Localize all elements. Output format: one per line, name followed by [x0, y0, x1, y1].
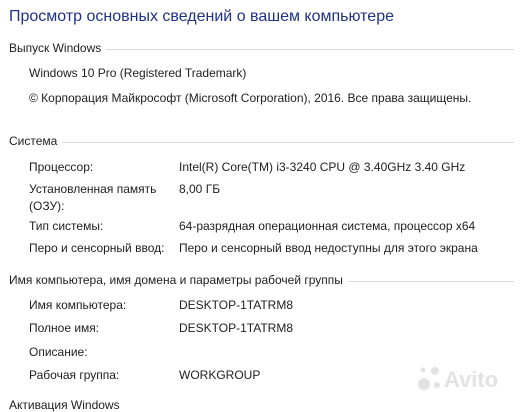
computer-name-label: Имя компьютера:	[29, 298, 127, 312]
ram-label: Установленная память (ОЗУ):	[29, 182, 157, 213]
page-title: Просмотр основных сведений о вашем компь…	[9, 8, 394, 25]
workgroup-label: Рабочая группа:	[29, 368, 120, 382]
pen-touch-value: Перо и сенсорный ввод недоступны для это…	[179, 241, 478, 255]
computer-name-value: DESKTOP-1TATRM8	[179, 298, 294, 312]
workgroup-value: WORKGROUP	[179, 368, 261, 382]
system-type-value: 64-разрядная операционная система, проце…	[179, 219, 476, 233]
system-section-header: Система	[9, 134, 514, 150]
avito-logo-icon: Avito	[418, 367, 498, 392]
windows-edition-header-label: Выпуск Windows	[9, 41, 107, 55]
avito-wordmark: Avito	[444, 367, 498, 392]
copyright-text: © Корпорация Майкрософт (Microsoft Corpo…	[29, 91, 472, 105]
processor-label: Процессор:	[29, 160, 94, 174]
full-name-value: DESKTOP-1TATRM8	[179, 321, 294, 335]
avito-watermark: Avito	[416, 362, 508, 392]
activation-section-header: Активация Windows	[9, 398, 120, 412]
computer-section-header: Имя компьютера, имя домена и параметры р…	[9, 273, 514, 289]
windows-edition-section-header: Выпуск Windows	[9, 41, 514, 57]
ram-value: 8,00 ГБ	[179, 182, 221, 196]
processor-value: Intel(R) Core(TM) i3-3240 CPU @ 3.40GHz …	[179, 160, 466, 174]
full-name-label: Полное имя:	[29, 321, 100, 335]
system-header-label: Система	[9, 134, 63, 148]
description-label: Описание:	[29, 345, 88, 359]
windows-edition-text: Windows 10 Pro (Registered Trademark)	[29, 66, 247, 80]
pen-touch-label: Перо и сенсорный ввод:	[29, 241, 165, 255]
computer-header-label: Имя компьютера, имя домена и параметры р…	[9, 273, 348, 287]
system-type-label: Тип системы:	[29, 219, 104, 233]
section-divider	[9, 142, 514, 143]
